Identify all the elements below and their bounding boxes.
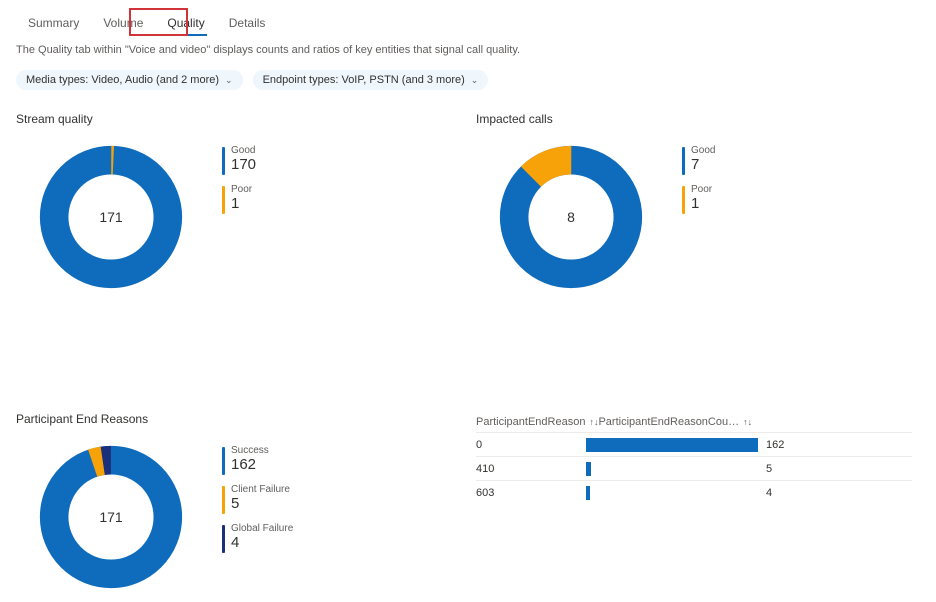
filter-endpoint-label: Endpoint types: VoIP, PSTN (and 3 more): [263, 74, 465, 86]
column-label: ParticipantEndReasonCou…: [598, 416, 739, 428]
tab-bar: Summary Volume Quality Details: [16, 10, 920, 36]
legend-value: 1: [691, 195, 712, 213]
sort-icon: ↑↓: [589, 417, 598, 427]
panel-end-reason-table: ParticipantEndReason ↑↓ ParticipantEndRe…: [476, 412, 920, 592]
cell-count: 4: [766, 487, 806, 499]
legend-impacted-calls: Good 7 Poor 1: [682, 146, 715, 214]
donut-total: 171: [36, 442, 186, 592]
panel-title: Participant End Reasons: [16, 412, 452, 426]
column-label: ParticipantEndReason: [476, 416, 585, 428]
column-header-count[interactable]: ParticipantEndReasonCou… ↑↓: [598, 416, 912, 428]
legend-color-swatch: [222, 147, 225, 175]
donut-total: 8: [496, 142, 646, 292]
legend-value: 162: [231, 456, 269, 474]
legend-label: Success: [231, 446, 269, 456]
tab-description: The Quality tab within "Voice and video"…: [16, 44, 920, 56]
legend-item[interactable]: Good 7: [682, 146, 715, 175]
legend-item[interactable]: Poor 1: [222, 185, 256, 214]
donut-total: 171: [36, 142, 186, 292]
legend-item[interactable]: Success 162: [222, 446, 293, 475]
legend-label: Global Failure: [231, 524, 293, 534]
legend-item[interactable]: Poor 1: [682, 185, 715, 214]
filter-endpoint-types[interactable]: Endpoint types: VoIP, PSTN (and 3 more) …: [253, 70, 489, 90]
legend-label: Client Failure: [231, 485, 290, 495]
filter-media-label: Media types: Video, Audio (and 2 more): [26, 74, 219, 86]
legend-value: 7: [691, 156, 715, 174]
donut-stream-quality[interactable]: 171: [36, 142, 186, 292]
legend-color-swatch: [222, 486, 225, 514]
legend-item[interactable]: Good 170: [222, 146, 256, 175]
legend-label: Good: [231, 146, 256, 156]
legend-color-swatch: [222, 525, 225, 553]
legend-color-swatch: [222, 186, 225, 214]
panel-title: Stream quality: [16, 112, 452, 126]
table-row[interactable]: 0 162: [476, 432, 912, 456]
table-row[interactable]: 603 4: [476, 480, 912, 504]
tab-volume[interactable]: Volume: [91, 10, 155, 36]
donut-participant-end[interactable]: 171: [36, 442, 186, 592]
table-row[interactable]: 410 5: [476, 456, 912, 480]
filter-bar: Media types: Video, Audio (and 2 more) ⌄…: [16, 70, 920, 90]
column-header-reason[interactable]: ParticipantEndReason ↑↓: [476, 416, 598, 428]
legend-label: Poor: [691, 185, 712, 195]
tab-details[interactable]: Details: [217, 10, 278, 36]
legend-value: 1: [231, 195, 252, 213]
bar-chart-cell: [586, 486, 758, 500]
legend-participant-end: Success 162 Client Failure 5 Global Fail…: [222, 446, 293, 553]
cell-reason: 0: [476, 439, 586, 451]
cell-reason: 410: [476, 463, 586, 475]
chevron-down-icon: ⌄: [225, 75, 233, 86]
donut-impacted-calls[interactable]: 8: [496, 142, 646, 292]
legend-item[interactable]: Client Failure 5: [222, 485, 293, 514]
cell-count: 162: [766, 439, 806, 451]
tab-quality[interactable]: Quality: [155, 10, 216, 36]
panel-participant-end-reasons: Participant End Reasons 171 Success 162: [16, 412, 460, 592]
legend-color-swatch: [222, 447, 225, 475]
legend-stream-quality: Good 170 Poor 1: [222, 146, 256, 214]
panel-impacted-calls: Impacted calls 8 Good 7: [476, 112, 920, 292]
cell-reason: 603: [476, 487, 586, 499]
legend-item[interactable]: Global Failure 4: [222, 524, 293, 553]
panel-title: Impacted calls: [476, 112, 912, 126]
legend-color-swatch: [682, 186, 685, 214]
bar-chart-cell: [586, 438, 758, 452]
legend-label: Good: [691, 146, 715, 156]
bar-chart-cell: [586, 462, 758, 476]
sort-icon: ↑↓: [743, 417, 752, 427]
legend-color-swatch: [682, 147, 685, 175]
legend-value: 4: [231, 534, 293, 552]
chevron-down-icon: ⌄: [471, 75, 479, 86]
filter-media-types[interactable]: Media types: Video, Audio (and 2 more) ⌄: [16, 70, 243, 90]
legend-value: 5: [231, 495, 290, 513]
legend-label: Poor: [231, 185, 252, 195]
panel-stream-quality: Stream quality 171 Good 170: [16, 112, 460, 292]
tab-summary[interactable]: Summary: [16, 10, 91, 36]
cell-count: 5: [766, 463, 806, 475]
table-header: ParticipantEndReason ↑↓ ParticipantEndRe…: [476, 412, 912, 432]
legend-value: 170: [231, 156, 256, 174]
